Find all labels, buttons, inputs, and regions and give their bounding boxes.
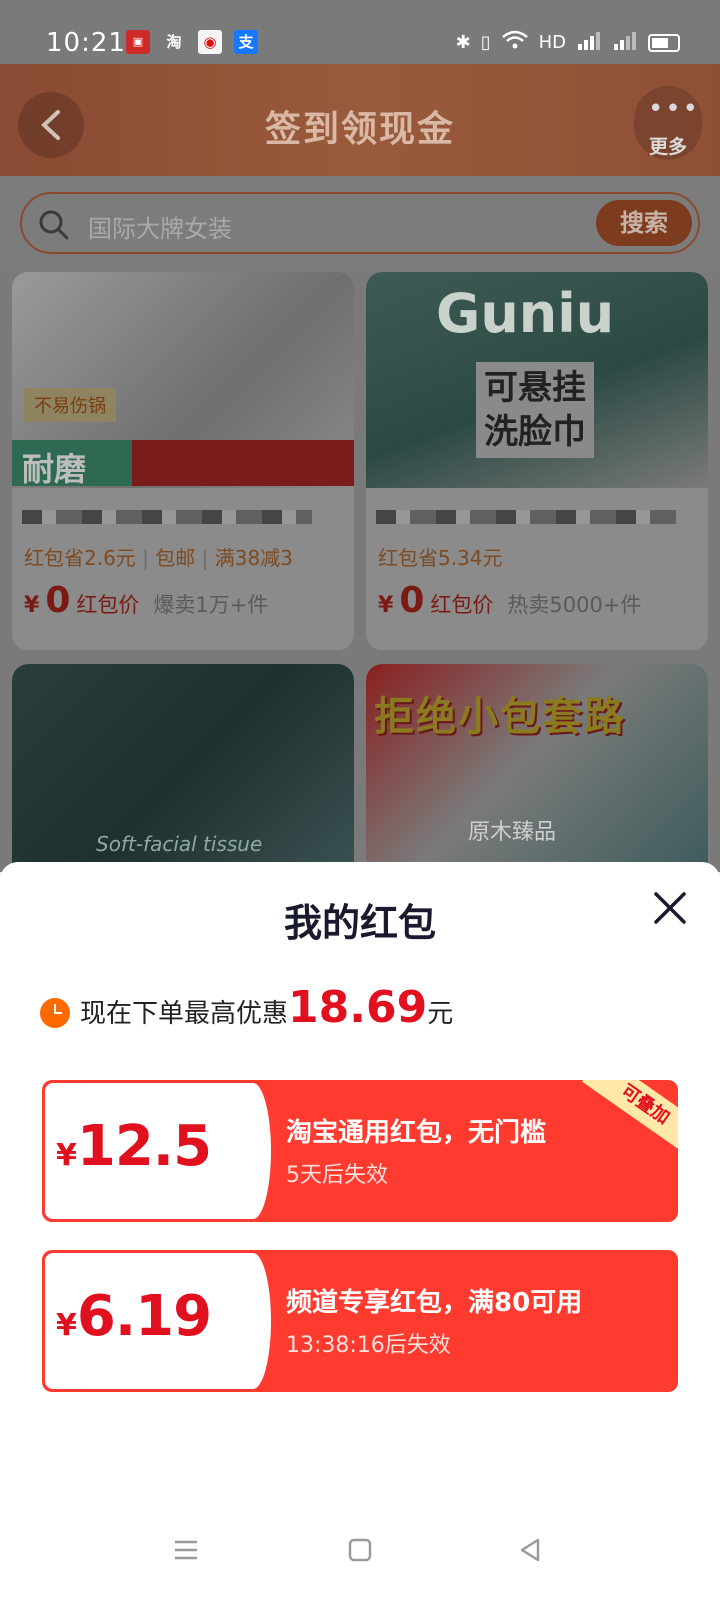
more-button[interactable]: ••• 更多	[634, 86, 702, 160]
clock-icon	[40, 998, 70, 1028]
vibrate-icon: ▯	[480, 32, 491, 53]
product-card[interactable]: Soft-facial tissue	[12, 664, 354, 884]
sheet-title: 我的红包	[283, 901, 436, 945]
signal-icon-1	[576, 30, 602, 55]
stackable-badge: 可叠加	[582, 1080, 678, 1157]
product-headline: 拒绝小包套路	[374, 694, 626, 740]
product-price-row: ¥ 0 红包价 爆卖1万+件	[24, 580, 269, 621]
coupon-amount: ¥12.5	[56, 1114, 212, 1179]
page-title: 签到领现金	[264, 109, 455, 150]
product-price-row: ¥ 0 红包价 热卖5000+件	[378, 580, 642, 621]
product-sales: 爆卖1万+件	[153, 593, 269, 617]
product-banner: 耐磨	[12, 440, 354, 488]
coupon-card[interactable]: ¥12.5 淘宝通用红包，无门槛 5天后失效 可叠加	[42, 1080, 678, 1222]
coupon-name: 淘宝通用红包，无门槛	[286, 1118, 547, 1148]
product-card[interactable]: 不易伤锅 耐磨 红包省2.6元 | 包邮 | 满38减3 ¥ 0 红包价 爆卖1…	[12, 272, 354, 650]
product-title-blurred	[22, 510, 312, 524]
bluetooth-icon: ✱	[455, 32, 471, 53]
coupon-info: 频道专享红包，满80可用 13:38:16后失效	[286, 1282, 582, 1359]
search-bar[interactable]: 国际大牌女装 搜索	[20, 192, 700, 254]
search-area: 国际大牌女装 搜索	[0, 176, 720, 272]
product-meta: 红包省5.34元	[378, 546, 503, 570]
coupon-expiry: 5天后失效	[286, 1163, 388, 1188]
product-meta: 红包省2.6元 | 包邮 | 满38减3	[24, 546, 293, 570]
map-pin-app-icon: ◉	[198, 30, 222, 54]
alipay-icon: 支	[234, 30, 258, 54]
summary-lead: 现在下单最高优惠	[80, 999, 289, 1029]
search-button[interactable]: 搜索	[596, 200, 692, 246]
summary-unit: 元	[427, 999, 454, 1029]
product-price: 0	[399, 580, 425, 621]
coupon-name: 频道专享红包，满80可用	[286, 1288, 583, 1318]
discount-summary: 现在下单最高优惠 18.69 元	[40, 982, 453, 1033]
product-overlay-text: 可悬挂 洗脸巾	[476, 362, 594, 458]
coupon-expiry: 13:38:16后失效	[286, 1333, 451, 1358]
wifi-icon	[501, 30, 529, 55]
nav-back-button[interactable]	[516, 1536, 544, 1568]
coupon-card[interactable]: ¥6.19 频道专享红包，满80可用 13:38:16后失效	[42, 1250, 678, 1392]
more-label: 更多	[648, 136, 687, 158]
product-price: 0	[45, 580, 71, 621]
status-app-icons: ▣ 淘 ◉ 支	[126, 30, 258, 54]
product-overlay-text: Soft-facial tissue	[96, 832, 263, 856]
product-card[interactable]: Guniu 可悬挂 洗脸巾 红包省5.34元 ¥ 0 红包价 热卖5000+件	[366, 272, 708, 650]
product-badge: 不易伤锅	[24, 388, 116, 422]
product-overlay-text: 原木臻品	[468, 820, 557, 845]
home-square-icon	[348, 1538, 372, 1562]
search-icon	[39, 210, 69, 240]
product-grid: 不易伤锅 耐磨 红包省2.6元 | 包邮 | 满38减3 ¥ 0 红包价 爆卖1…	[0, 272, 720, 884]
nav-home-button[interactable]	[346, 1536, 374, 1568]
taobao-icon: 淘	[166, 33, 182, 51]
back-triangle-icon	[520, 1538, 540, 1562]
signal-icon-2	[612, 30, 638, 55]
hd-label: HD	[538, 32, 566, 53]
coupon-info: 淘宝通用红包，无门槛 5天后失效	[286, 1112, 546, 1189]
search-input[interactable]: 国际大牌女装	[88, 209, 232, 244]
product-card[interactable]: 拒绝小包套路 原木臻品	[366, 664, 708, 884]
menu-icon	[175, 1540, 197, 1560]
product-title-blurred	[376, 510, 676, 524]
product-brand: Guniu	[436, 282, 615, 345]
product-sales: 热卖5000+件	[507, 593, 642, 617]
page-header: 签到领现金 ••• 更多	[0, 64, 720, 176]
system-nav-bar	[0, 1510, 720, 1600]
coupon-amount: ¥6.19	[56, 1284, 212, 1349]
app-icon-1: ▣	[126, 30, 150, 54]
status-indicators: ✱ ▯ HD	[456, 30, 680, 55]
red-packet-sheet: 我的红包 现在下单最高优惠 18.69 元 ¥12.5 淘宝通用红包，无门槛 5…	[0, 862, 720, 1600]
close-icon	[654, 892, 686, 924]
battery-icon	[648, 33, 680, 52]
close-button[interactable]	[648, 886, 692, 930]
summary-amount: 18.69	[288, 982, 428, 1033]
nav-menu-button[interactable]	[172, 1536, 200, 1568]
more-dots-icon: •••	[648, 94, 701, 124]
status-time: 10:21	[46, 28, 126, 58]
